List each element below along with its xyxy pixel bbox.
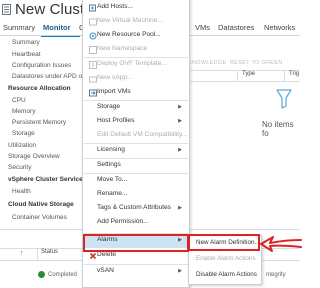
sidebar-item-datastores-apd[interactable]: Datastores under APD or [12,73,84,80]
acknowledge-button[interactable]: KNOWLEDGE [188,60,226,66]
menu-item-label: Import VMs [97,88,131,95]
submenu-arrow-icon: ▶ [178,205,182,211]
menu-item-label: Add Permission... [97,218,149,225]
tab-vms[interactable]: VMs [195,23,210,32]
task-name-value: ntegrity [266,272,286,278]
menu-item-label: Storage [97,103,121,110]
menu-item-label: Rename... [97,190,128,197]
menu-item-rename[interactable]: Rename... [84,188,188,202]
submenu-item-label: Enable Alarm Actions [196,255,256,262]
task-status-value: Completed [48,272,78,278]
completed-status-icon [38,271,45,278]
column-sort-icon[interactable]: ↑ [20,250,24,257]
menu-item-new-namespace[interactable]: New Namespace [84,43,188,57]
menu-item-add-hosts[interactable]: Add Hosts... [84,1,188,15]
menu-item-label: Edit Default VM Compatibility... [97,131,188,138]
filter-funnel-icon [276,89,292,109]
menu-item-licensing[interactable]: Licensing ▶ [84,144,188,158]
sidebar-item-storage-overview[interactable]: Storage Overview [8,153,60,160]
empty-state-text: No items fo [262,120,294,138]
menu-item-import-vms[interactable]: Import VMs [84,86,188,100]
reset-to-green-button[interactable]: RESET TO GREEN [230,60,283,66]
cluster-icon [2,4,11,15]
submenu-item-label: Disable Alarm Actions [196,271,257,278]
menu-item-label: Tags & Custom Attributes [97,204,172,211]
tab-summary[interactable]: Summary [3,23,35,32]
grid-header-bottom-border [188,81,300,82]
menu-item-label: Add Hosts... [97,3,133,10]
column-header-type[interactable]: Type [242,71,255,81]
column-header-status[interactable]: Status [41,249,58,255]
delete-icon [89,252,97,260]
menu-item-label: New vApp... [97,74,133,81]
monitor-sidebar: Summary Heartbeat Configuration Issues D… [0,36,86,226]
menu-item-new-vapp[interactable]: New vApp... [84,72,188,86]
menu-item-label: Settings [97,161,121,168]
vapp-icon [89,76,97,83]
sidebar-item-configuration-issues[interactable]: Configuration Issues [12,62,71,69]
sidebar-item-cpu[interactable]: CPU [12,97,26,104]
tab-networks[interactable]: Networks [264,23,295,32]
menu-item-label: vSAN [97,267,114,274]
namespace-icon [89,46,97,54]
menu-item-label: Delete [97,251,117,258]
tab-monitor[interactable]: Monitor [43,23,71,32]
menu-item-deploy-ovf-template[interactable]: Deploy OVF Template... [84,58,188,72]
submenu-item-disable-alarm-actions[interactable]: Disable Alarm Actions [189,269,261,283]
sidebar-item-memory[interactable]: Memory [12,108,35,115]
column-header-triggered[interactable]: Trig [289,71,299,81]
submenu-arrow-icon: ▶ [178,147,182,153]
sidebar-item-heartbeat[interactable]: Heartbeat [12,51,41,58]
menu-item-label: New Namespace [97,45,148,52]
menu-item-label: New Resource Pool... [97,31,161,38]
menu-item-move-to[interactable]: Move To... [84,174,188,188]
submenu-item-enable-alarm-actions[interactable]: Enable Alarm Actions [189,253,261,267]
sidebar-item-health[interactable]: Health [12,188,31,195]
menu-item-label: Move To... [97,176,128,183]
menu-item-add-permission[interactable]: Add Permission... [84,216,188,230]
menu-item-vsan[interactable]: vSAN ▶ [84,265,188,279]
menu-item-label: Deploy OVF Template... [97,60,167,67]
menu-item-label: Host Profiles [97,117,135,124]
sidebar-item-container-volumes[interactable]: Container Volumes [12,214,67,221]
sidebar-item-storage[interactable]: Storage [12,130,35,137]
annotation-highlight-alarms [83,234,189,252]
menu-item-storage[interactable]: Storage ▶ [84,101,188,115]
sidebar-section-vsphere-cluster-services: vSphere Cluster Services [8,176,87,183]
sidebar-item-persistent-memory[interactable]: Persistent Memory [12,119,66,126]
resource-pool-icon [89,32,97,40]
menu-item-settings[interactable]: Settings [84,159,188,173]
tab-datastores[interactable]: Datastores [218,23,254,32]
deploy-ovf-icon [89,61,97,69]
menu-item-label: Licensing [97,146,125,153]
annotation-highlight-new-alarm-definition [188,234,260,251]
submenu-arrow-icon: ▶ [178,268,182,274]
sidebar-item-security[interactable]: Security [8,164,31,171]
submenu-arrow-icon: ▶ [178,118,182,124]
menu-item-new-virtual-machine[interactable]: New Virtual Machine... [84,15,188,29]
menu-item-edit-default-vm-compatibility[interactable]: Edit Default VM Compatibility... [84,129,188,143]
submenu-arrow-icon: ▶ [178,104,182,110]
import-vms-icon [89,89,97,97]
annotation-arrow-icon [260,236,302,252]
menu-item-host-profiles[interactable]: Host Profiles ▶ [84,115,188,129]
sidebar-item-utilization[interactable]: Utilization [8,142,36,149]
menu-item-new-resource-pool[interactable]: New Resource Pool... [84,29,188,43]
column-divider [37,249,38,260]
add-host-icon [89,4,96,12]
new-vm-icon [89,18,97,26]
menu-item-label: New Virtual Machine... [97,17,163,24]
sidebar-section-cloud-native-storage: Cloud Native Storage [8,201,74,208]
menu-item-tags-custom-attributes[interactable]: Tags & Custom Attributes ▶ [84,202,188,216]
sidebar-item-summary[interactable]: Summary [12,39,40,46]
sidebar-section-resource-allocation: Resource Allocation [8,85,71,92]
